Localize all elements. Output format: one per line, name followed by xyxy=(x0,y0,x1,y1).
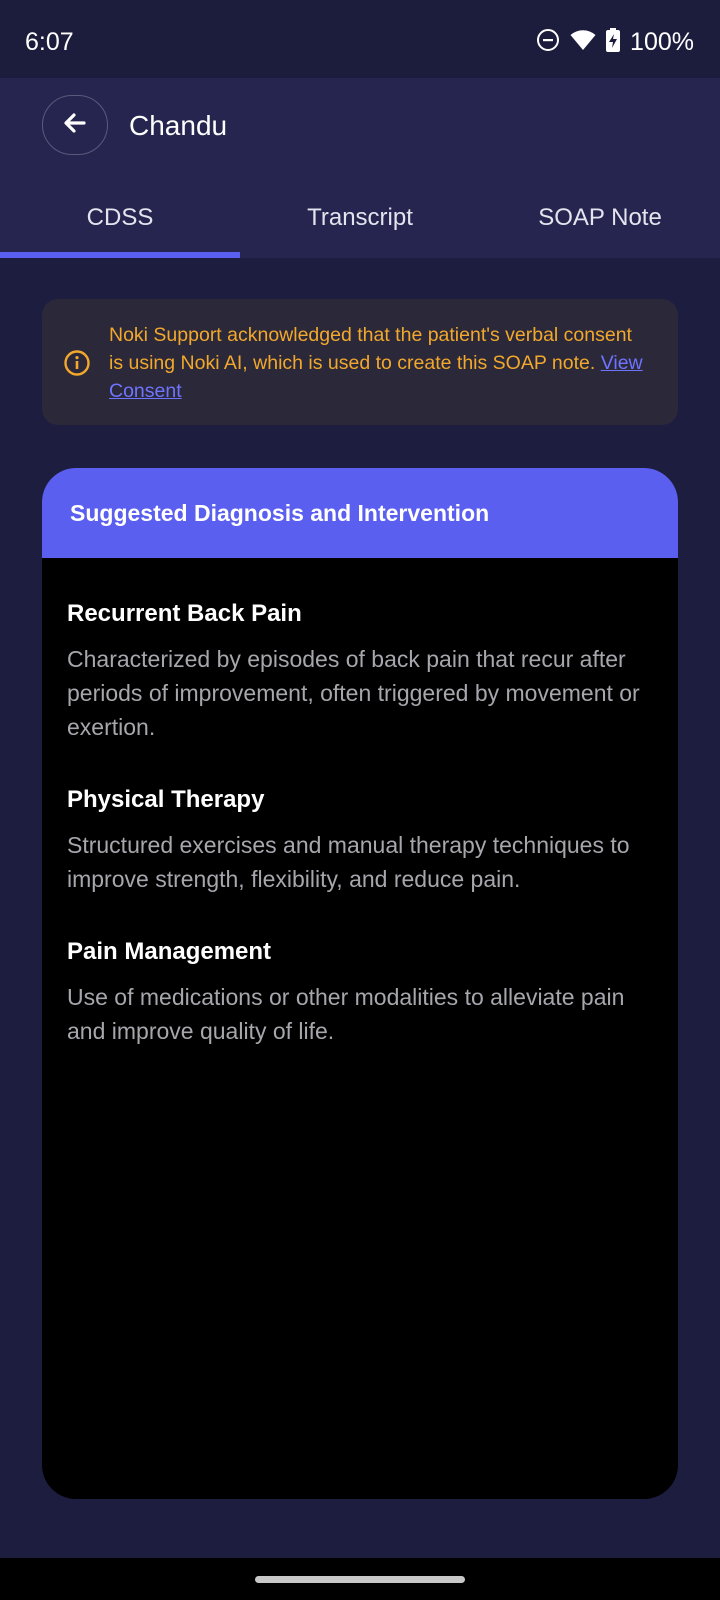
item-title: Physical Therapy xyxy=(67,786,265,813)
do-not-disturb-icon xyxy=(536,28,560,57)
list-item: Physical Therapy Structured exercises an… xyxy=(67,786,652,896)
item-description: Characterized by episodes of back pain t… xyxy=(67,646,640,740)
page-title: Chandu xyxy=(129,110,228,141)
back-button[interactable] xyxy=(42,95,108,155)
tab-transcript[interactable]: Transcript xyxy=(240,178,480,258)
status-bar: 6:07 100% xyxy=(0,0,720,78)
tab-soap-note[interactable]: SOAP Note xyxy=(480,178,720,258)
list-item: Recurrent Back Pain Characterized by epi… xyxy=(67,600,652,744)
system-nav-bar xyxy=(0,1558,720,1600)
card-header: Suggested Diagnosis and Intervention xyxy=(42,468,678,558)
card-title: Suggested Diagnosis and Intervention xyxy=(70,499,490,526)
diagnosis-card: Suggested Diagnosis and Intervention Rec… xyxy=(42,468,678,1499)
item-description: Structured exercises and manual therapy … xyxy=(67,832,630,892)
status-icons: 100% xyxy=(536,28,694,57)
list-item: Pain Management Use of medications or ot… xyxy=(67,938,652,1048)
tab-cdss[interactable]: CDSS xyxy=(0,178,240,258)
arrow-left-icon xyxy=(62,110,88,141)
card-body: Recurrent Back Pain Characterized by epi… xyxy=(42,558,678,1048)
consent-text: Noki Support acknowledged that the patie… xyxy=(109,324,632,374)
battery-charging-icon xyxy=(606,28,621,57)
status-time: 6:07 xyxy=(25,28,74,56)
item-description: Use of medications or other modalities t… xyxy=(67,984,625,1044)
home-indicator[interactable] xyxy=(255,1576,465,1583)
item-title: Pain Management xyxy=(67,938,272,965)
wifi-icon xyxy=(570,29,596,56)
consent-message: Noki Support acknowledged that the patie… xyxy=(109,321,649,405)
item-title: Recurrent Back Pain xyxy=(67,600,302,627)
info-icon xyxy=(63,349,91,382)
consent-banner: Noki Support acknowledged that the patie… xyxy=(42,299,678,425)
tab-bar: CDSS Transcript SOAP Note xyxy=(0,178,720,258)
app-bar: Chandu xyxy=(0,78,720,178)
battery-percentage: 100% xyxy=(630,28,694,56)
